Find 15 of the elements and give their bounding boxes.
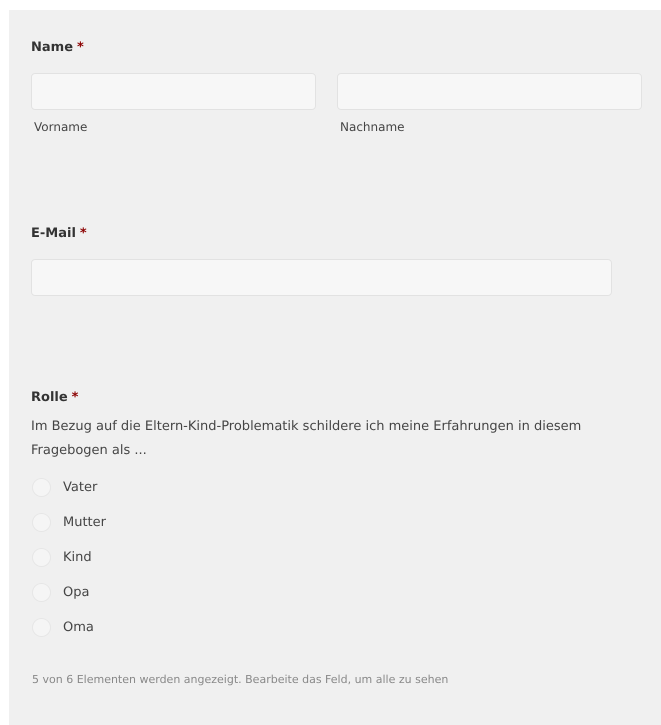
field-label: Rolle	[31, 390, 68, 405]
option-label: Vater	[63, 480, 98, 494]
option-label: Opa	[63, 584, 90, 600]
required-mark: *	[80, 226, 87, 241]
field-label: E-Mail	[31, 226, 76, 241]
option-label: Kind	[63, 550, 92, 564]
field-label: Name	[31, 40, 74, 55]
field-description: Im Bezug auf die Eltern-Kind-Problematik schildere ich meine Erfahrungen in diesem Fragebogen als ...	[31, 418, 582, 460]
required-mark: *	[72, 390, 78, 405]
option-label: Oma	[63, 620, 94, 634]
sublabel: Nachname	[340, 120, 406, 134]
option-label: Mutter	[63, 514, 106, 530]
required-mark: *	[77, 40, 84, 55]
sublabel: Vorname	[34, 120, 88, 134]
hint-text: 5 von 6 Elementen werden angezeigt. Bearbeite das Feld, um alle zu sehen	[32, 673, 450, 686]
